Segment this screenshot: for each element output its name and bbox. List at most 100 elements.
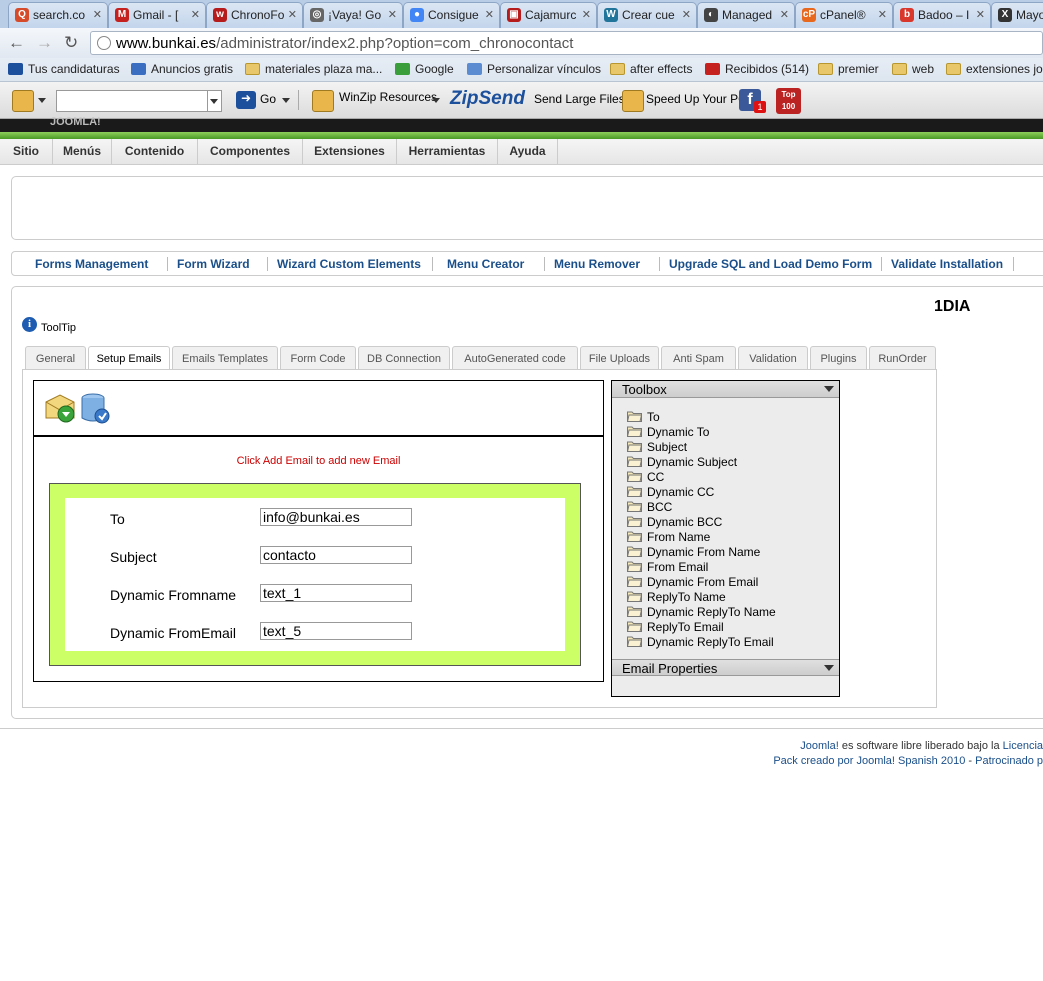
email-properties-header[interactable]: Email Properties bbox=[612, 659, 839, 676]
zipsend-logo[interactable]: ZipSend bbox=[450, 88, 525, 110]
bookmark-tus-candidaturas[interactable]: Tus candidaturas bbox=[8, 62, 120, 76]
bookmark-web[interactable]: web bbox=[892, 62, 934, 76]
menu-ayuda[interactable]: Ayuda bbox=[498, 139, 558, 165]
forward-icon[interactable]: → bbox=[36, 33, 53, 53]
browser-tab[interactable]: b Badoo – I ✕ bbox=[893, 2, 991, 28]
dynamic-fromemail-input[interactable] bbox=[260, 622, 412, 640]
speed-up-pc-button[interactable]: Speed Up Your PC bbox=[646, 92, 747, 106]
close-tab-icon[interactable]: ✕ bbox=[780, 8, 789, 21]
toolbox-header[interactable]: Toolbox bbox=[612, 381, 839, 398]
browser-tab[interactable]: ◐ Managed ✕ bbox=[697, 2, 795, 28]
toolbox-item-from-email[interactable]: From Email bbox=[627, 560, 708, 574]
submenu-menu-remover[interactable]: Menu Remover bbox=[554, 257, 640, 271]
bookmark-materiales-plaza-ma[interactable]: materiales plaza ma... bbox=[245, 62, 382, 76]
tab-file-uploads[interactable]: File Uploads bbox=[580, 346, 659, 370]
close-tab-icon[interactable]: ✕ bbox=[878, 8, 887, 21]
info-icon[interactable]: i bbox=[22, 317, 37, 332]
bookmark-google[interactable]: Google bbox=[395, 62, 454, 76]
top100-icon[interactable]: Top 100 bbox=[776, 88, 801, 114]
winzip-icon[interactable] bbox=[12, 90, 34, 112]
browser-tab[interactable]: cP cPanel® ✕ bbox=[795, 2, 893, 28]
go-dropdown-icon[interactable] bbox=[282, 98, 290, 103]
browser-tab[interactable]: ◎ ¡Vaya! Go ✕ bbox=[303, 2, 403, 28]
tab-db-connection[interactable]: DB Connection bbox=[358, 346, 450, 370]
toolbox-item-bcc[interactable]: BCC bbox=[627, 500, 672, 514]
tab-autogenerated-code[interactable]: AutoGenerated code bbox=[452, 346, 578, 370]
close-tab-icon[interactable]: ✕ bbox=[682, 8, 691, 21]
chevron-down-icon[interactable] bbox=[824, 665, 834, 671]
bookmark-after-effects[interactable]: after effects bbox=[610, 62, 692, 76]
toolbox-item-dynamic-replyto-email[interactable]: Dynamic ReplyTo Email bbox=[627, 635, 774, 649]
bookmark-personalizar-vi-nculos[interactable]: Personalizar vínculos bbox=[467, 62, 601, 76]
winzip-resources-icon[interactable] bbox=[312, 90, 334, 112]
browser-tab[interactable]: X Mayo bbox=[991, 2, 1043, 28]
browser-tab[interactable]: Qsearch.co ✕ bbox=[8, 2, 108, 28]
go-button[interactable]: Go bbox=[260, 92, 276, 106]
toolbox-item-cc[interactable]: CC bbox=[627, 470, 664, 484]
submenu-validate-installation[interactable]: Validate Installation bbox=[891, 257, 1003, 271]
menu-contenido[interactable]: Contenido bbox=[112, 139, 198, 165]
bookmark-premier[interactable]: premier bbox=[818, 62, 879, 76]
database-icon[interactable] bbox=[80, 392, 110, 424]
toolbox-item-dynamic-bcc[interactable]: Dynamic BCC bbox=[627, 515, 722, 529]
close-tab-icon[interactable]: ✕ bbox=[288, 8, 297, 21]
close-tab-icon[interactable]: ✕ bbox=[582, 8, 591, 21]
toolbox-item-replyto-name[interactable]: ReplyTo Name bbox=[627, 590, 726, 604]
joomla-spanish-link[interactable]: Pack creado por Joomla! Spanish 2010 bbox=[773, 755, 965, 767]
close-tab-icon[interactable]: ✕ bbox=[976, 8, 985, 21]
add-email-icon[interactable] bbox=[44, 392, 76, 424]
bookmark-recibidos-514[interactable]: Recibidos (514) bbox=[705, 62, 809, 76]
browser-tab[interactable]: w ChronoFo ✕ bbox=[206, 2, 303, 28]
browser-tab[interactable]: ● Consigue ✕ bbox=[403, 2, 500, 28]
submenu-forms-management[interactable]: Forms Management bbox=[35, 257, 148, 271]
toolbox-item-dynamic-from-name[interactable]: Dynamic From Name bbox=[627, 545, 760, 559]
close-tab-icon[interactable]: ✕ bbox=[388, 8, 397, 21]
send-large-files-button[interactable]: Send Large Files bbox=[534, 92, 625, 106]
tab-plugins[interactable]: Plugins bbox=[810, 346, 867, 370]
close-tab-icon[interactable]: ✕ bbox=[485, 8, 494, 21]
subject-input[interactable] bbox=[260, 546, 412, 564]
go-arrow-icon[interactable]: ➜ bbox=[236, 91, 256, 109]
menu-componentes[interactable]: Componentes bbox=[198, 139, 303, 165]
toolbox-item-dynamic-replyto-name[interactable]: Dynamic ReplyTo Name bbox=[627, 605, 776, 619]
tab-emails-templates[interactable]: Emails Templates bbox=[172, 346, 278, 370]
toolbox-item-subject[interactable]: Subject bbox=[627, 440, 687, 454]
sponsor-link[interactable]: Patrocinado p bbox=[975, 755, 1043, 767]
menu-extensiones[interactable]: Extensiones bbox=[303, 139, 397, 165]
winzip-resources-button[interactable]: WinZip Resources bbox=[339, 90, 437, 104]
bookmark-anuncios-gratis[interactable]: Anuncios gratis bbox=[131, 62, 233, 76]
winzip-dropdown-icon[interactable] bbox=[432, 98, 440, 103]
dropdown-arrow-icon[interactable] bbox=[38, 98, 46, 103]
close-tab-icon[interactable]: ✕ bbox=[191, 8, 200, 21]
dynamic-fromname-input[interactable] bbox=[260, 584, 412, 602]
tab-general[interactable]: General bbox=[25, 346, 86, 370]
address-bar[interactable]: www.bunkai.es/administrator/index2.php?o… bbox=[90, 31, 1043, 55]
bookmark-extensiones-joo[interactable]: extensiones joo bbox=[946, 62, 1043, 76]
back-icon[interactable]: ← bbox=[8, 33, 25, 53]
submenu-wizard-custom-elements[interactable]: Wizard Custom Elements bbox=[277, 257, 421, 271]
tab-setup-emails[interactable]: Setup Emails bbox=[88, 346, 170, 371]
toolbox-item-from-name[interactable]: From Name bbox=[627, 530, 710, 544]
license-link[interactable]: Licencia bbox=[1003, 740, 1043, 752]
tab-runorder[interactable]: RunOrder bbox=[869, 346, 936, 370]
browser-tab[interactable]: W Crear cue ✕ bbox=[597, 2, 697, 28]
to-input[interactable] bbox=[260, 508, 412, 526]
chevron-down-icon[interactable] bbox=[824, 386, 834, 392]
joomla-link[interactable]: Joomla! bbox=[800, 740, 839, 752]
toolbox-item-dynamic-to[interactable]: Dynamic To bbox=[627, 425, 709, 439]
browser-tab[interactable]: M Gmail - [✕ bbox=[108, 2, 206, 28]
menu-sitio[interactable]: Sitio bbox=[0, 139, 53, 165]
submenu-form-wizard[interactable]: Form Wizard bbox=[177, 257, 250, 271]
tab-anti-spam[interactable]: Anti Spam bbox=[661, 346, 736, 370]
submenu-menu-creator[interactable]: Menu Creator bbox=[447, 257, 524, 271]
reload-icon[interactable]: ↻ bbox=[64, 33, 78, 53]
toolbox-item-dynamic-from-email[interactable]: Dynamic From Email bbox=[627, 575, 758, 589]
menu-menu-s[interactable]: Menús bbox=[53, 139, 112, 165]
menu-herramientas[interactable]: Herramientas bbox=[397, 139, 498, 165]
browser-tab[interactable]: ▣ Cajamurc ✕ bbox=[500, 2, 597, 28]
toolbox-item-dynamic-subject[interactable]: Dynamic Subject bbox=[627, 455, 737, 469]
toolbox-item-dynamic-cc[interactable]: Dynamic CC bbox=[627, 485, 714, 499]
toolbox-item-replyto-email[interactable]: ReplyTo Email bbox=[627, 620, 724, 634]
tab-form-code[interactable]: Form Code bbox=[280, 346, 356, 370]
toolbox-item-to[interactable]: To bbox=[627, 410, 660, 424]
